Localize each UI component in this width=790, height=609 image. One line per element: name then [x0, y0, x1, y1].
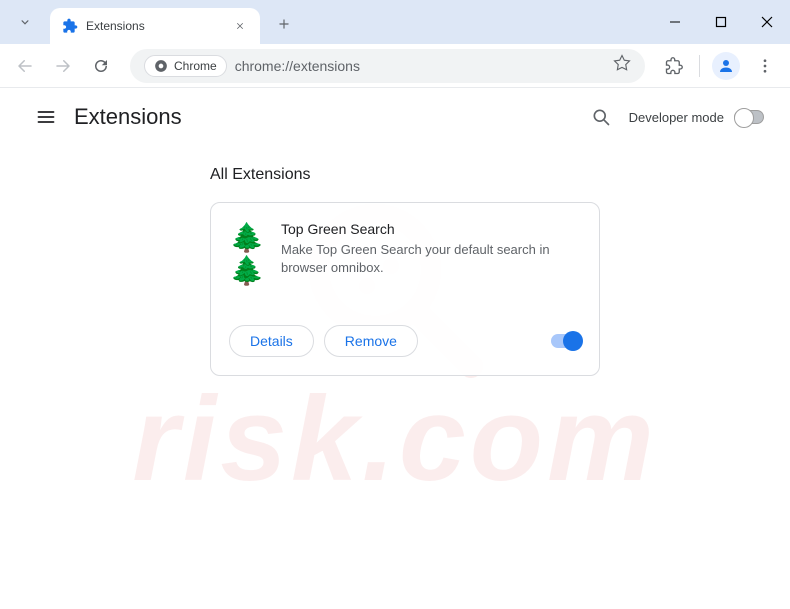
close-window-button[interactable]: [744, 0, 790, 44]
search-icon: [591, 107, 611, 127]
tab-title: Extensions: [86, 19, 232, 33]
developer-mode-label: Developer mode: [629, 110, 724, 125]
search-button[interactable]: [581, 97, 621, 137]
maximize-button[interactable]: [698, 0, 744, 44]
details-button[interactable]: Details: [229, 325, 314, 357]
maximize-icon: [715, 16, 727, 28]
star-icon: [613, 54, 631, 72]
arrow-right-icon: [54, 57, 72, 75]
reload-button[interactable]: [84, 49, 118, 83]
tabs-dropdown-button[interactable]: [8, 5, 42, 39]
hamburger-icon: [36, 107, 56, 127]
close-icon: [235, 21, 245, 31]
tab-close-button[interactable]: [232, 18, 248, 34]
section-title: All Extensions: [210, 166, 790, 184]
remove-button[interactable]: Remove: [324, 325, 418, 357]
window-titlebar: Extensions: [0, 0, 790, 44]
chevron-down-icon: [18, 15, 32, 29]
extension-description: Make Top Green Search your default searc…: [281, 241, 581, 277]
bookmark-button[interactable]: [613, 54, 631, 77]
arrow-left-icon: [16, 57, 34, 75]
puzzle-icon: [665, 57, 683, 75]
minimize-icon: [669, 16, 681, 28]
forward-button[interactable]: [46, 49, 80, 83]
extension-enabled-toggle[interactable]: [551, 334, 581, 348]
menu-button[interactable]: [748, 49, 782, 83]
plus-icon: [277, 17, 291, 31]
profile-button[interactable]: [712, 52, 740, 80]
main-menu-button[interactable]: [26, 97, 66, 137]
puzzle-icon: [62, 18, 78, 34]
toolbar-divider: [699, 55, 700, 77]
page-title: Extensions: [74, 104, 182, 130]
person-icon: [717, 57, 735, 75]
extensions-content: All Extensions 🌲🌲 Top Green Search Make …: [0, 146, 790, 376]
new-tab-button[interactable]: [270, 10, 298, 38]
chrome-chip: Chrome: [144, 55, 227, 77]
watermark-text: risk.com: [132, 370, 658, 508]
browser-toolbar: Chrome chrome://extensions: [0, 44, 790, 88]
address-bar[interactable]: Chrome chrome://extensions: [130, 49, 645, 83]
extension-name: Top Green Search: [281, 221, 581, 237]
extension-icon: 🌲🌲: [229, 221, 265, 287]
browser-tab[interactable]: Extensions: [50, 8, 260, 44]
reload-icon: [92, 57, 110, 75]
window-controls: [652, 0, 790, 44]
minimize-button[interactable]: [652, 0, 698, 44]
chrome-chip-label: Chrome: [174, 59, 217, 73]
developer-mode-toggle[interactable]: [734, 110, 764, 124]
extensions-header: Extensions Developer mode: [0, 88, 790, 146]
back-button[interactable]: [8, 49, 42, 83]
extension-card: 🌲🌲 Top Green Search Make Top Green Searc…: [210, 202, 600, 376]
close-icon: [761, 16, 773, 28]
url-text: chrome://extensions: [235, 58, 613, 74]
extensions-button[interactable]: [657, 49, 691, 83]
more-vert-icon: [756, 57, 774, 75]
chrome-logo-icon: [154, 59, 168, 73]
